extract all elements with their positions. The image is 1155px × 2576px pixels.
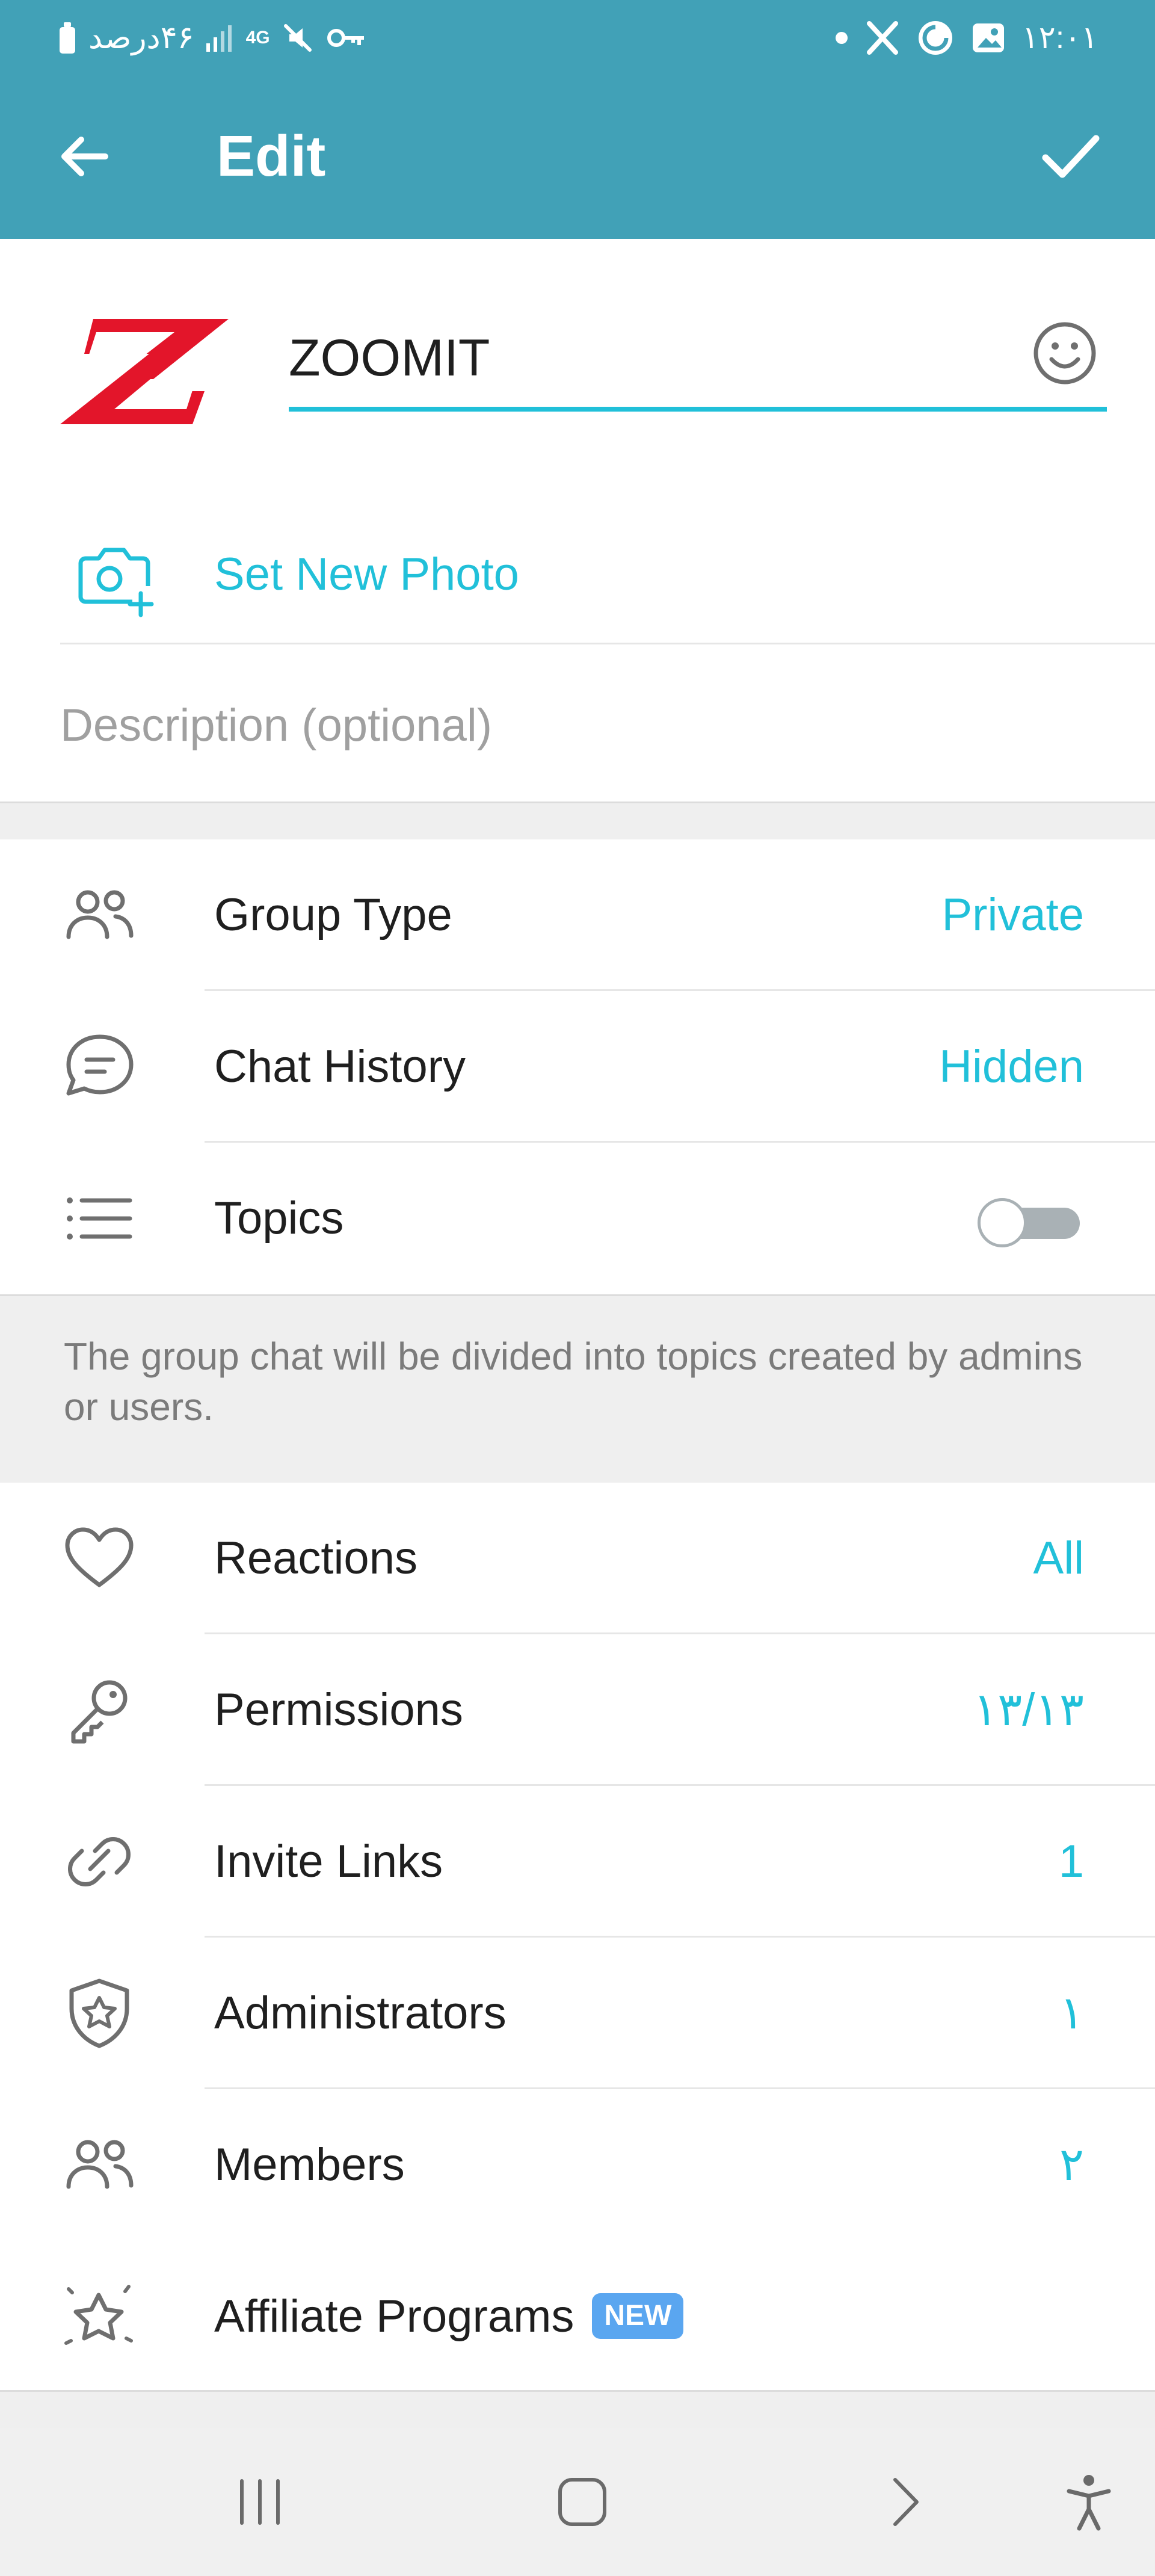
administrators-row[interactable]: Administrators ۱ <box>0 1938 1155 2089</box>
battery-icon <box>60 22 75 54</box>
group-name-underline <box>289 407 1107 412</box>
topics-toggle[interactable] <box>978 1198 1080 1247</box>
affiliate-programs-label-group: Affiliate Programs NEW <box>214 2287 684 2347</box>
chat-bubble-icon <box>66 1034 134 1096</box>
group-type-label: Group Type <box>214 889 452 941</box>
back-nav-button[interactable] <box>857 2457 953 2547</box>
home-button[interactable] <box>534 2457 630 2547</box>
members-people-icon <box>66 2140 134 2189</box>
topics-info-block: The group chat will be divided into topi… <box>0 1294 1155 1483</box>
chat-history-row[interactable]: Chat History Hidden <box>0 991 1155 1143</box>
description-input[interactable] <box>60 686 1095 764</box>
system-navigation-bar <box>0 2428 1155 2576</box>
members-value: ۲ <box>1059 2139 1084 2190</box>
invite-links-label: Invite Links <box>214 1836 443 1887</box>
status-left: ۴۶درصد 4G <box>57 17 368 59</box>
save-button[interactable] <box>1023 114 1119 199</box>
chat-history-value: Hidden <box>939 1041 1084 1092</box>
chevron-right-icon <box>893 2478 919 2526</box>
permissions-row[interactable]: Permissions ۱۳/۱۳ <box>0 1634 1155 1786</box>
invite-links-row[interactable]: Invite Links 1 <box>0 1786 1155 1938</box>
emoji-button[interactable] <box>1029 317 1101 389</box>
set-new-photo-button[interactable]: Set New Photo <box>0 517 1155 638</box>
group-type-value: Private <box>941 889 1084 941</box>
chat-history-label: Chat History <box>214 1041 466 1092</box>
status-bar: ۴۶درصد 4G ۱۲:۰۱ <box>0 0 1155 78</box>
smiley-icon <box>1033 322 1096 385</box>
page-title: Edit <box>217 124 326 188</box>
back-button[interactable] <box>36 114 132 199</box>
network-type: 4G <box>245 28 270 48</box>
x-app-icon <box>866 21 898 55</box>
members-label: Members <box>214 2139 405 2190</box>
sync-app-icon <box>918 21 952 55</box>
group-name-field[interactable] <box>289 307 1107 415</box>
group-type-row[interactable]: Group Type Private <box>0 839 1155 991</box>
group-people-icon <box>66 890 134 939</box>
battery-percent: ۴۶درصد <box>88 20 194 55</box>
shield-star-icon <box>69 1978 129 2048</box>
group-name-input[interactable] <box>289 307 1107 409</box>
sparkle-star-icon <box>64 2285 133 2345</box>
key-icon <box>71 1680 128 1744</box>
list-icon <box>67 1197 132 1240</box>
app-header: ۴۶درصد 4G ۱۲:۰۱ Edit <box>0 0 1155 239</box>
heart-icon <box>65 1527 134 1587</box>
topics-row[interactable]: Topics <box>0 1143 1155 1294</box>
notification-dot-icon <box>835 32 848 44</box>
toggle-knob <box>978 1198 1027 1247</box>
vpn-key-icon <box>327 29 364 47</box>
topics-info-text: The group chat will be divided into topi… <box>64 1335 1083 1429</box>
reactions-row[interactable]: Reactions All <box>0 1483 1155 1634</box>
reactions-label: Reactions <box>214 1533 417 1584</box>
invite-links-value: 1 <box>1058 1836 1084 1887</box>
administrators-label: Administrators <box>214 1988 507 2039</box>
affiliate-programs-row[interactable]: Affiliate Programs NEW <box>0 2241 1155 2392</box>
members-row[interactable]: Members ۲ <box>0 2089 1155 2241</box>
accessibility-icon <box>1067 2475 1111 2531</box>
clock: ۱۲:۰۱ <box>1021 20 1098 55</box>
permissions-label: Permissions <box>214 1684 463 1735</box>
gallery-icon <box>972 23 1004 52</box>
mute-icon <box>283 24 312 52</box>
section-gap <box>0 803 1155 839</box>
permissions-value: ۱۳/۱۳ <box>973 1684 1084 1735</box>
signal-icon <box>206 25 232 52</box>
status-right: ۱۲:۰۱ <box>834 17 1098 59</box>
administrators-value: ۱ <box>1059 1988 1084 2039</box>
description-field[interactable] <box>60 686 1095 764</box>
home-icon <box>558 2478 606 2526</box>
affiliate-programs-label: Affiliate Programs <box>214 2291 574 2342</box>
section-gap <box>0 2392 1155 2428</box>
recent-apps-button[interactable] <box>212 2457 308 2547</box>
set-new-photo-label: Set New Photo <box>214 549 519 600</box>
accessibility-button[interactable] <box>1041 2457 1137 2547</box>
checkmark-icon <box>1042 135 1100 178</box>
topics-label: Topics <box>214 1193 344 1244</box>
group-avatar[interactable] <box>60 319 229 424</box>
link-icon <box>68 1837 131 1886</box>
add-photo-camera-icon <box>78 548 154 617</box>
zoomit-logo-icon <box>60 319 229 424</box>
recent-apps-icon <box>240 2479 280 2525</box>
new-badge: NEW <box>592 2293 684 2339</box>
reactions-value: All <box>1033 1533 1084 1584</box>
divider <box>60 643 1155 644</box>
arrow-back-icon <box>61 137 108 176</box>
